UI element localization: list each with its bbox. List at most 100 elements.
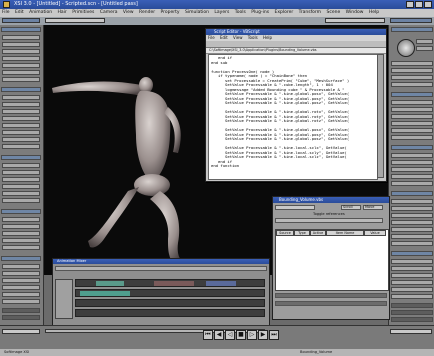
- panel-button[interactable]: [391, 234, 433, 239]
- menu-layers[interactable]: Layers: [212, 10, 231, 15]
- panel-button[interactable]: [391, 213, 433, 218]
- panel-button[interactable]: [2, 217, 40, 222]
- menu-scene[interactable]: Scene: [325, 10, 343, 15]
- panel-button[interactable]: [2, 278, 40, 283]
- panel-header-left[interactable]: [1, 27, 41, 32]
- panel-button[interactable]: [391, 259, 433, 264]
- code-scrollbar[interactable]: [377, 54, 384, 178]
- right-field[interactable]: [390, 329, 432, 334]
- toolbar-field-far-right[interactable]: [390, 18, 432, 23]
- plugin-field[interactable]: [275, 301, 387, 306]
- menu-edit[interactable]: Edit: [13, 10, 26, 15]
- editor-menu-tools[interactable]: Tools: [246, 35, 260, 40]
- panel-button[interactable]: [2, 144, 40, 149]
- panel-button[interactable]: [391, 241, 433, 246]
- panel-button[interactable]: [391, 317, 433, 322]
- menu-render[interactable]: Render: [137, 10, 157, 15]
- editor-menu-help[interactable]: Help: [261, 35, 274, 40]
- column-type[interactable]: Type: [294, 230, 310, 236]
- maximize-button[interactable]: [415, 1, 423, 8]
- panel-button[interactable]: [2, 271, 40, 276]
- plugin-scroll-button[interactable]: Scroll: [341, 205, 361, 210]
- panel-button[interactable]: [2, 170, 40, 175]
- menu-explorer[interactable]: Explorer: [272, 10, 295, 15]
- clip[interactable]: [96, 281, 124, 286]
- panel-button[interactable]: [391, 100, 433, 105]
- stop-icon[interactable]: ■: [236, 330, 246, 340]
- minimize-button[interactable]: [406, 1, 414, 8]
- panel-button[interactable]: [2, 116, 40, 121]
- panel-button[interactable]: [391, 199, 433, 204]
- panel-button[interactable]: [2, 137, 40, 142]
- panel-button[interactable]: [2, 70, 40, 75]
- panel-button[interactable]: [2, 198, 40, 203]
- menu-view[interactable]: View: [121, 10, 136, 15]
- panel-button[interactable]: [391, 294, 433, 299]
- panel-button[interactable]: [391, 75, 433, 80]
- menu-animation[interactable]: Animation: [27, 10, 54, 15]
- panel-button[interactable]: [391, 220, 433, 225]
- panel-header-left[interactable]: [1, 87, 41, 92]
- panel-header-right[interactable]: [391, 191, 433, 196]
- panel-button[interactable]: [2, 299, 40, 304]
- panel-button[interactable]: [2, 191, 40, 196]
- panel-button[interactable]: [391, 82, 433, 87]
- panel-button[interactable]: [391, 280, 433, 285]
- panel-button[interactable]: [2, 63, 40, 68]
- panel-header-left[interactable]: [1, 209, 41, 214]
- panel-button[interactable]: [391, 310, 433, 315]
- mixer-track[interactable]: [75, 299, 265, 307]
- panel-button[interactable]: [391, 61, 433, 66]
- panel-button[interactable]: [2, 109, 40, 114]
- panel-button[interactable]: [391, 266, 433, 271]
- mixer-track[interactable]: [75, 289, 265, 297]
- panel-button[interactable]: [2, 102, 40, 107]
- panel-button[interactable]: [391, 206, 433, 211]
- panel-header-right[interactable]: [391, 145, 433, 150]
- panel-button[interactable]: [2, 231, 40, 236]
- menu-transform[interactable]: Transform: [297, 10, 323, 15]
- panel-button[interactable]: [416, 39, 433, 44]
- panel-button[interactable]: [391, 181, 433, 186]
- panel-button[interactable]: [391, 303, 433, 308]
- panel-button[interactable]: [2, 224, 40, 229]
- panel-button[interactable]: [2, 49, 40, 54]
- panel-button[interactable]: [391, 273, 433, 278]
- toolbar-field-mid[interactable]: [45, 18, 105, 23]
- editor-menu-view[interactable]: View: [231, 35, 245, 40]
- panel-button[interactable]: [391, 160, 433, 165]
- mixer-track[interactable]: [75, 279, 265, 287]
- playback-field[interactable]: [2, 329, 40, 334]
- menu-tools[interactable]: Tools: [233, 10, 248, 15]
- panel-button[interactable]: [391, 68, 433, 73]
- menu-file[interactable]: File: [0, 10, 12, 15]
- panel-button[interactable]: [391, 153, 433, 158]
- panel-button[interactable]: [391, 174, 433, 179]
- panel-header-right[interactable]: [391, 92, 433, 97]
- panel-button[interactable]: [2, 308, 40, 313]
- column-item-name[interactable]: Item Name: [326, 230, 364, 236]
- menu-hair[interactable]: Hair: [56, 10, 69, 15]
- plugin-field[interactable]: [275, 293, 387, 298]
- clip[interactable]: [80, 291, 130, 296]
- panel-button[interactable]: [2, 177, 40, 182]
- panel-button[interactable]: [391, 167, 433, 172]
- panel-header-left[interactable]: [1, 256, 41, 261]
- code-area[interactable]: end if end sub function ProcessOne( node…: [208, 54, 378, 180]
- menu-plugins[interactable]: Plug-ins: [249, 10, 271, 15]
- panel-button[interactable]: [416, 46, 433, 51]
- panel-button[interactable]: [391, 114, 433, 119]
- column-value[interactable]: Value: [364, 230, 386, 236]
- column-active[interactable]: Active: [310, 230, 326, 236]
- panel-button[interactable]: [2, 56, 40, 61]
- clip[interactable]: [206, 281, 236, 286]
- panel-button[interactable]: [2, 315, 40, 320]
- panel-button[interactable]: [2, 285, 40, 290]
- panel-button[interactable]: [391, 135, 433, 140]
- panel-button[interactable]: [2, 184, 40, 189]
- menu-camera[interactable]: Camera: [98, 10, 120, 15]
- play-icon[interactable]: ▷: [247, 330, 257, 340]
- menu-help[interactable]: Help: [367, 10, 381, 15]
- transform-gizmo-icon[interactable]: [397, 39, 415, 57]
- editor-menu-file[interactable]: File: [206, 35, 217, 40]
